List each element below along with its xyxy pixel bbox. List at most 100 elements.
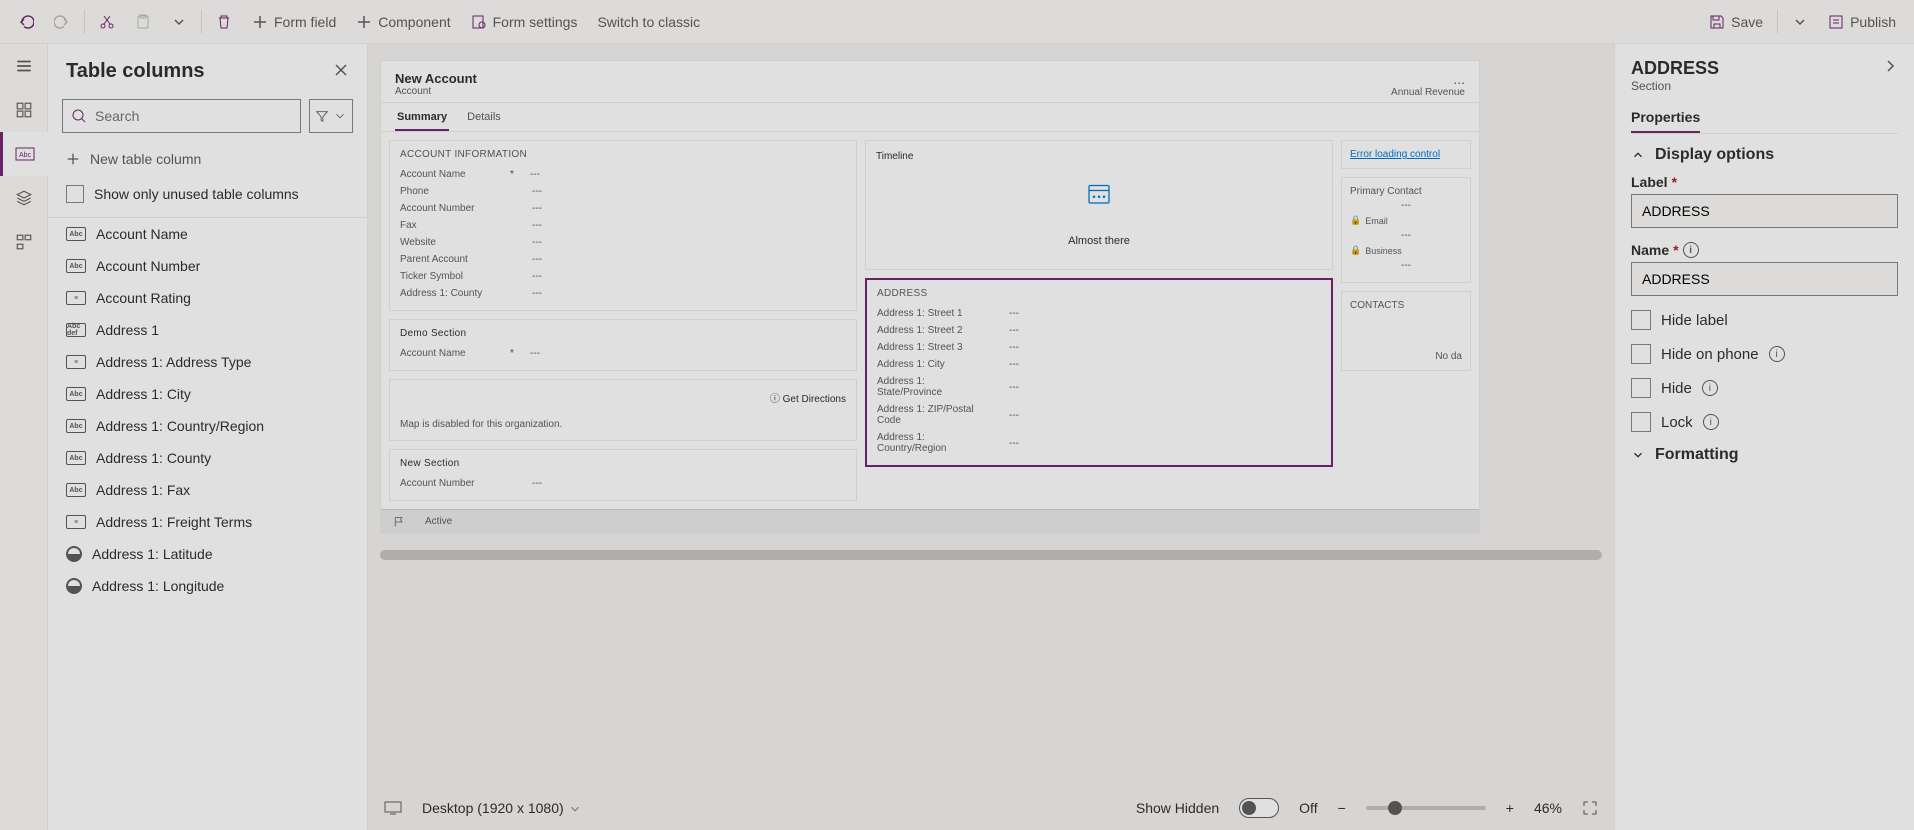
checkbox-box (66, 185, 84, 203)
add-component-button[interactable]: Component (346, 0, 460, 43)
redo-button[interactable] (44, 0, 80, 43)
tab-summary[interactable]: Summary (395, 107, 449, 131)
canvas-scroll[interactable]: New Account Account ... Annual Revenue S… (368, 44, 1614, 786)
form-field[interactable]: Address 1: County--- (400, 285, 846, 302)
text-icon: Abc (66, 387, 86, 401)
name-input[interactable] (1631, 262, 1898, 296)
info-icon[interactable]: i (1703, 414, 1719, 430)
save-button[interactable]: Save (1699, 0, 1773, 43)
side-error-section[interactable]: Error loading control (1341, 140, 1471, 169)
tab-properties[interactable]: Properties (1631, 103, 1700, 133)
section-new[interactable]: New Section Account Number--- (389, 449, 857, 501)
column-item[interactable]: ≡Address 1: Freight Terms (48, 506, 367, 538)
columns-list[interactable]: AbcAccount NameAbcAccount Number≡Account… (48, 218, 367, 830)
tree-rail-button[interactable] (0, 220, 48, 264)
form-settings-button[interactable]: Form settings (461, 0, 588, 43)
form-field[interactable]: Phone--- (400, 183, 846, 200)
column-item[interactable]: AbcAddress 1: County (48, 442, 367, 474)
viewport-selector[interactable]: Desktop (1920 x 1080) (422, 800, 582, 816)
columns-rail-button[interactable]: Abc (0, 132, 48, 176)
info-icon[interactable]: i (1769, 346, 1785, 362)
zoom-out-button[interactable]: − (1338, 800, 1346, 816)
unused-only-checkbox[interactable]: Show only unused table columns (48, 177, 367, 218)
form-field[interactable]: Address 1: ZIP/Postal Code--- (877, 401, 1321, 429)
search-field[interactable] (95, 108, 292, 124)
form-field[interactable]: Address 1: City--- (877, 356, 1321, 373)
column-item[interactable]: ≡Address 1: Address Type (48, 346, 367, 378)
form-field[interactable]: Address 1: Country/Region--- (877, 429, 1321, 457)
form-field[interactable]: Account Name*--- (400, 345, 846, 362)
column-item[interactable]: Address 1: Longitude (48, 570, 367, 602)
section-demo[interactable]: Demo Section Account Name*--- (389, 319, 857, 371)
form-field[interactable]: Website--- (400, 234, 846, 251)
column-item[interactable]: Address 1: Latitude (48, 538, 367, 570)
error-link[interactable]: Error loading control (1350, 149, 1440, 160)
name-field: Name * i (1631, 242, 1898, 296)
form-field[interactable]: Address 1: Street 2--- (877, 322, 1321, 339)
save-dropdown[interactable] (1782, 0, 1818, 43)
paste-button[interactable] (125, 0, 161, 43)
show-hidden-toggle[interactable] (1239, 798, 1279, 818)
column-item[interactable]: AbcAddress 1: City (48, 378, 367, 410)
tab-details[interactable]: Details (465, 107, 503, 131)
side-contacts[interactable]: CONTACTS No da (1341, 291, 1471, 371)
section-account-info[interactable]: ACCOUNT INFORMATION Account Name*---Phon… (389, 140, 857, 311)
form-field[interactable]: Account Name*--- (400, 166, 846, 183)
side-primary-contact[interactable]: Primary Contact --- 🔒 Email --- 🔒 Busine… (1341, 177, 1471, 283)
form-field[interactable]: Account Number--- (400, 200, 846, 217)
display-options-header[interactable]: Display options (1631, 146, 1898, 164)
switch-classic-button[interactable]: Switch to classic (587, 0, 710, 43)
section-map[interactable]: ⓘ Get Directions Map is disabled for thi… (389, 379, 857, 441)
form-field[interactable]: Account Number--- (400, 475, 846, 492)
close-panel-button[interactable] (333, 62, 349, 81)
paste-dropdown[interactable] (161, 0, 197, 43)
column-label: Account Name (96, 226, 188, 242)
info-icon[interactable]: i (1683, 242, 1699, 258)
section-address[interactable]: ADDRESS Address 1: Street 1---Address 1:… (865, 278, 1333, 467)
formatting-header[interactable]: Formatting (1631, 446, 1898, 464)
zoom-slider[interactable] (1366, 806, 1486, 810)
layers-rail-button[interactable] (0, 176, 48, 220)
publish-button[interactable]: Publish (1818, 0, 1906, 43)
column-item[interactable]: ≡Account Rating (48, 282, 367, 314)
column-item[interactable]: AbcAccount Number (48, 250, 367, 282)
section-timeline[interactable]: Timeline Almost there (865, 140, 1333, 270)
form-surface[interactable]: New Account Account ... Annual Revenue S… (380, 60, 1480, 534)
new-column-label: New table column (90, 151, 201, 167)
delete-button[interactable] (206, 0, 242, 43)
zoom-in-button[interactable]: + (1506, 800, 1514, 816)
column-item[interactable]: Abc defAddress 1 (48, 314, 367, 346)
column-item[interactable]: AbcAddress 1: Fax (48, 474, 367, 506)
filter-button[interactable] (309, 99, 353, 133)
column-item[interactable]: AbcAddress 1: Country/Region (48, 410, 367, 442)
form-header[interactable]: New Account Account ... Annual Revenue (381, 61, 1479, 103)
search-input[interactable] (62, 99, 301, 133)
add-form-field-button[interactable]: Form field (242, 0, 346, 43)
form-field[interactable]: Parent Account--- (400, 251, 846, 268)
text-icon: Abc (66, 451, 86, 465)
section-title: ADDRESS (877, 288, 1321, 299)
horizontal-scrollbar[interactable] (380, 550, 1602, 560)
info-icon[interactable]: i (1702, 380, 1718, 396)
hamburger-button[interactable] (0, 44, 48, 88)
fit-screen-button[interactable] (1582, 800, 1598, 816)
column-item[interactable]: AbcAccount Name (48, 218, 367, 250)
form-field[interactable]: Fax--- (400, 217, 846, 234)
form-field[interactable]: Address 1: Street 1--- (877, 305, 1321, 322)
cut-button[interactable] (89, 0, 125, 43)
get-directions-link[interactable]: ⓘ Get Directions (770, 390, 846, 405)
lock-checkbox[interactable]: Lock i (1631, 412, 1898, 432)
form-field[interactable]: Address 1: State/Province--- (877, 373, 1321, 401)
properties-tabs: Properties (1631, 103, 1898, 134)
label-input[interactable] (1631, 194, 1898, 228)
float-icon (66, 546, 82, 562)
components-rail-button[interactable] (0, 88, 48, 132)
hide-label-checkbox[interactable]: Hide label (1631, 310, 1898, 330)
form-field[interactable]: Address 1: Street 3--- (877, 339, 1321, 356)
form-field[interactable]: Ticker Symbol--- (400, 268, 846, 285)
expand-chevron-icon[interactable] (1882, 58, 1898, 74)
undo-button[interactable] (8, 0, 44, 43)
hide-phone-checkbox[interactable]: Hide on phone i (1631, 344, 1898, 364)
new-column-button[interactable]: New table column (48, 141, 367, 177)
hide-checkbox[interactable]: Hide i (1631, 378, 1898, 398)
